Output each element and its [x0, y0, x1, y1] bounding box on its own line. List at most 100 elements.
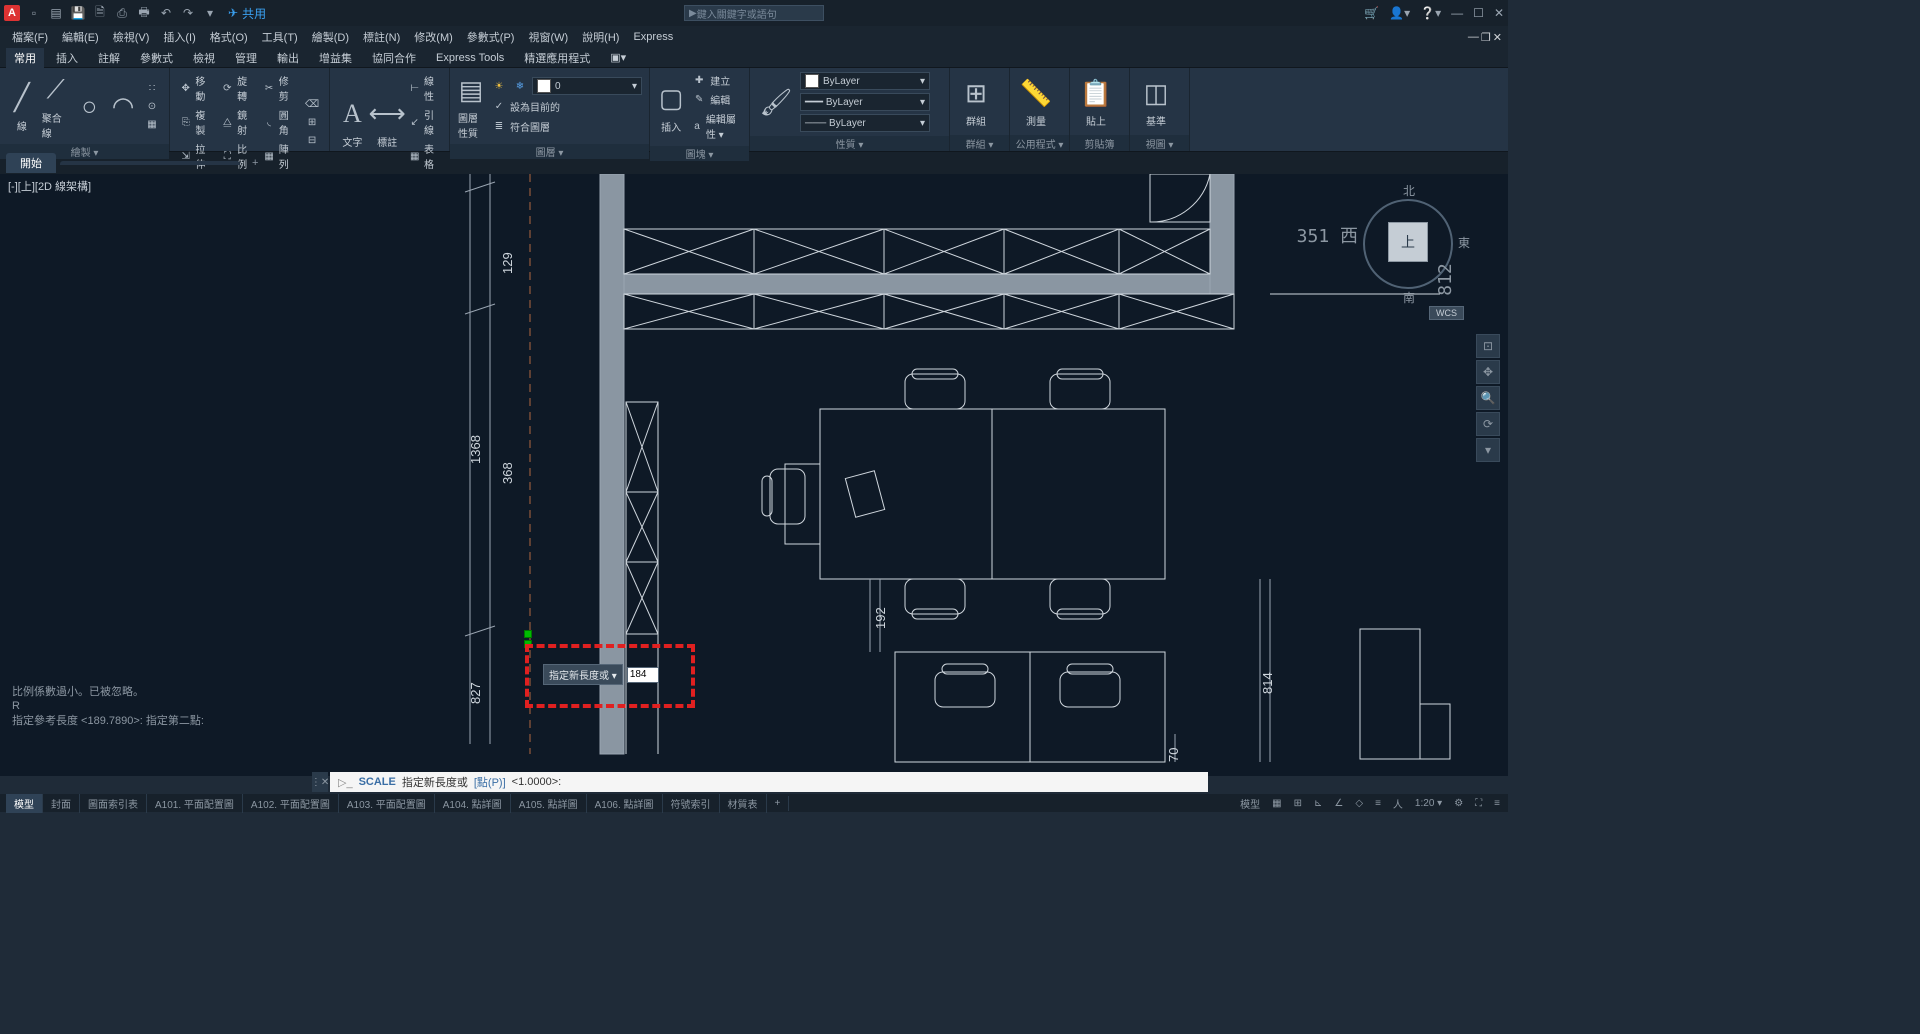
ribbon-expand-icon[interactable]: ▣▾	[602, 49, 634, 66]
baseview-button[interactable]: ◫基準	[1138, 75, 1174, 128]
user-icon[interactable]: 👤▾	[1389, 6, 1410, 20]
menu-draw[interactable]: 繪製(D)	[306, 27, 355, 47]
menu-help[interactable]: 說明(H)	[576, 27, 625, 47]
ribbon-tab-featured[interactable]: 精選應用程式	[516, 48, 598, 68]
block-insert-button[interactable]: ▢插入	[658, 81, 684, 134]
color-dropdown[interactable]: ByLayer▾	[800, 72, 930, 90]
share-button[interactable]: ✈共用	[228, 5, 266, 22]
text-button[interactable]: A文字	[338, 96, 367, 149]
panel-title-view[interactable]: 視圖 ▾	[1130, 135, 1189, 151]
layout-tab[interactable]: 符號索引	[663, 794, 720, 813]
copy-button[interactable]: ⎘複製	[178, 106, 214, 138]
qat-saveas-icon[interactable]: 🗎	[92, 5, 108, 21]
linear-button[interactable]: ⊢線性	[407, 72, 441, 104]
layout-tab[interactable]: A105. 點詳圖	[511, 794, 587, 813]
menu-parametric[interactable]: 參數式(P)	[461, 27, 521, 47]
wcs-badge[interactable]: WCS	[1429, 306, 1464, 320]
ribbon-tab-view[interactable]: 檢視	[185, 48, 223, 68]
status-max-icon[interactable]: ⛶	[1473, 798, 1484, 809]
window-close-icon[interactable]: ✕	[1494, 6, 1504, 20]
trim-button[interactable]: ✂修剪	[261, 72, 297, 104]
lineweight-dropdown[interactable]: ━━━ ByLayer▾	[800, 93, 930, 111]
layer-icon-1[interactable]: ☀	[490, 77, 508, 95]
viewcube-north[interactable]: 北	[1403, 182, 1415, 199]
modify-icon-3[interactable]: ⊟	[303, 132, 321, 148]
grip-handle[interactable]	[524, 630, 532, 638]
paste-button[interactable]: 📋貼上	[1078, 75, 1114, 128]
layer-dropdown[interactable]: 0▾	[532, 77, 642, 95]
viewcube-east[interactable]: 東	[1458, 234, 1470, 251]
layer-props-button[interactable]: ▤圖層性質	[458, 72, 484, 140]
menu-edit[interactable]: 編輯(E)	[56, 27, 105, 47]
nav-show-icon[interactable]: ▾	[1476, 438, 1500, 462]
panel-title-properties[interactable]: 性質 ▾	[750, 136, 949, 151]
polyline-button[interactable]: ⟋聚合線	[42, 72, 70, 140]
panel-title-layers[interactable]: 圖層 ▾	[450, 144, 649, 159]
block-attrs-button[interactable]: a編輯屬性 ▾	[690, 110, 741, 142]
leader-button[interactable]: ↙引線	[407, 106, 441, 138]
stretch-button[interactable]: ⇲拉伸	[178, 140, 214, 172]
ribbon-tab-express[interactable]: Express Tools	[428, 50, 512, 66]
dimension-button[interactable]: ⟷標註	[373, 96, 402, 149]
menu-modify[interactable]: 修改(M)	[408, 27, 459, 47]
status-ortho-icon[interactable]: ⊾	[1312, 798, 1324, 809]
cmdline-close-icon[interactable]: ⋮✕	[312, 772, 328, 792]
group-button[interactable]: ⊞群組	[958, 75, 994, 128]
qat-web-icon[interactable]: ⎙	[114, 5, 130, 21]
layout-tab[interactable]: A103. 平面配置圖	[339, 794, 435, 813]
qat-dropdown-icon[interactable]: ▾	[202, 5, 218, 21]
rotate-button[interactable]: ⟳旋轉	[220, 72, 256, 104]
ribbon-tab-addins[interactable]: 增益集	[311, 48, 360, 68]
layout-model[interactable]: 模型	[6, 794, 43, 813]
status-scale[interactable]: 1:20 ▾	[1413, 798, 1444, 809]
menu-window[interactable]: 視窗(W)	[522, 27, 574, 47]
layout-tab[interactable]: A106. 點詳圖	[587, 794, 663, 813]
modify-icon-2[interactable]: ⊞	[303, 114, 321, 130]
block-edit-button[interactable]: ✎編輯	[690, 91, 741, 108]
fillet-button[interactable]: ◟圓角	[261, 106, 297, 138]
command-line[interactable]: ⋮✕ ▷_ SCALE 指定新長度或 [點(P)] <1.0000>:	[330, 772, 1208, 792]
measure-button[interactable]: 📏測量	[1018, 75, 1054, 128]
status-grid-icon[interactable]: ▦	[1270, 798, 1283, 809]
menu-tools[interactable]: 工具(T)	[256, 27, 304, 47]
layout-tab[interactable]: A104. 點詳圖	[435, 794, 511, 813]
mirror-button[interactable]: ⧋鏡射	[220, 106, 256, 138]
qat-open-icon[interactable]: ▤	[48, 5, 64, 21]
draw-misc-2[interactable]: ⊙	[143, 98, 161, 114]
arc-button[interactable]: ◠	[109, 88, 137, 124]
layer-icon-2[interactable]: ❄	[511, 77, 529, 95]
cmdline-option[interactable]: [點(P)]	[474, 774, 506, 790]
status-gear-icon[interactable]: ⚙	[1452, 798, 1465, 809]
layout-tab[interactable]: A101. 平面配置圖	[147, 794, 243, 813]
menu-format[interactable]: 格式(O)	[204, 27, 254, 47]
viewcube-face[interactable]: 上	[1388, 222, 1428, 262]
ribbon-tab-manage[interactable]: 管理	[227, 48, 265, 68]
modify-icon-1[interactable]: ⌫	[303, 96, 321, 112]
file-tab-start[interactable]: 開始	[6, 153, 56, 173]
dynamic-input-field[interactable]: 184	[627, 667, 659, 683]
draw-misc-3[interactable]: ▦	[143, 116, 161, 132]
move-button[interactable]: ✥移動	[178, 72, 214, 104]
layout-tab[interactable]: 封面	[43, 794, 80, 813]
panel-title-groups[interactable]: 群組 ▾	[950, 135, 1009, 151]
menu-view[interactable]: 檢視(V)	[107, 27, 156, 47]
layer-match-button[interactable]: ≣符合圖層	[490, 118, 642, 135]
status-osnap-icon[interactable]: ◇	[1353, 798, 1365, 809]
layout-add[interactable]: +	[767, 796, 790, 811]
array-button[interactable]: ▦陣列	[261, 140, 297, 172]
status-model[interactable]: 模型	[1238, 796, 1262, 811]
grip-handle[interactable]	[524, 640, 532, 648]
qat-save-icon[interactable]: 💾	[70, 5, 86, 21]
window-maximize-icon[interactable]: ☐	[1473, 6, 1484, 20]
title-search-input[interactable]: ▶ 鍵入關鍵字或語句	[684, 5, 824, 21]
doc-close-icon[interactable]: ✕	[1493, 31, 1502, 44]
table-button[interactable]: ▦表格	[407, 140, 441, 172]
qat-new-icon[interactable]: ▫	[26, 5, 42, 21]
file-tab-add[interactable]: +	[244, 155, 266, 171]
qat-undo-icon[interactable]: ↶	[158, 5, 174, 21]
menu-insert[interactable]: 插入(I)	[157, 27, 201, 47]
layout-tab[interactable]: 材質表	[720, 794, 767, 813]
status-polar-icon[interactable]: ∠	[1332, 798, 1345, 809]
menu-express[interactable]: Express	[627, 29, 679, 45]
nav-pan-icon[interactable]: ✥	[1476, 360, 1500, 384]
